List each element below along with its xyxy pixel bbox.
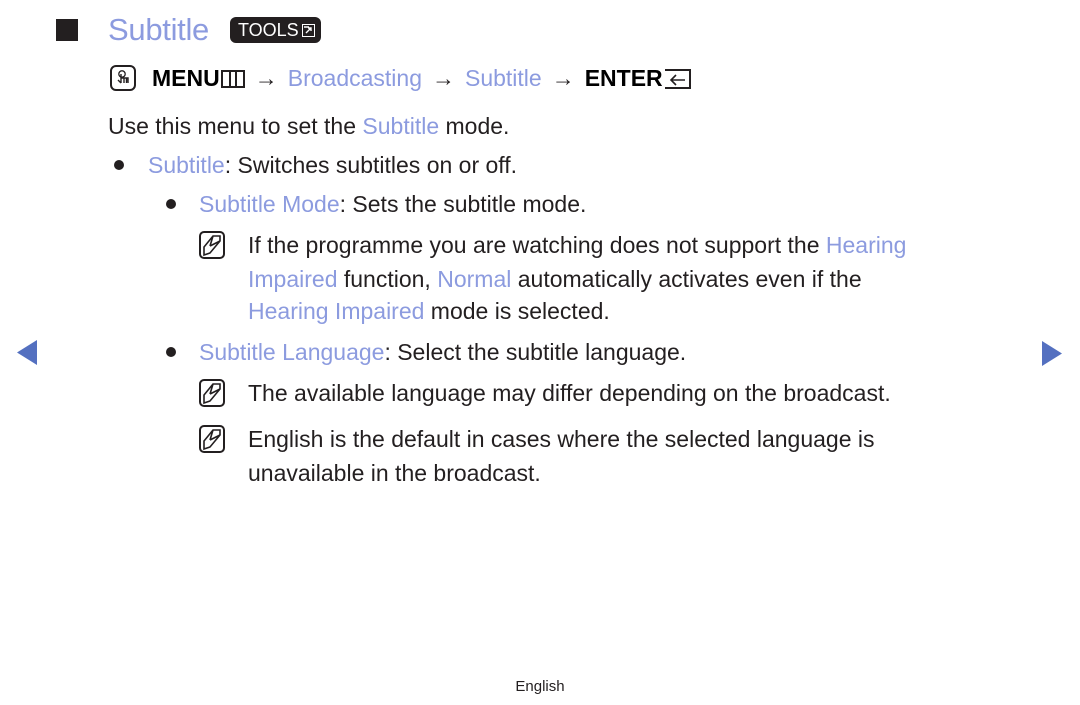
path-arrow: → xyxy=(254,65,278,91)
intro-text: Use this menu to set the Subtitle mode. xyxy=(108,113,510,139)
path-step-subtitle: Subtitle xyxy=(464,65,542,91)
note-text: English is the default in cases where th… xyxy=(248,426,875,452)
path-step-broadcasting: Broadcasting xyxy=(287,65,422,91)
path-arrow: → xyxy=(551,65,575,91)
bullet xyxy=(166,347,176,357)
list-item-subtitle: Subtitle: Switches subtitles on or off. xyxy=(148,152,518,178)
note-text: The available language may differ depend… xyxy=(248,380,891,406)
list-item-subtitle-language: Subtitle Language: Select the subtitle l… xyxy=(199,339,687,365)
list-item-subtitle-mode: Subtitle Mode: Sets the subtitle mode. xyxy=(199,191,587,217)
bullet xyxy=(114,160,124,170)
menu-path: MENU → Broadcasting → Subtitle → ENTER xyxy=(110,62,691,94)
tools-arrow-icon xyxy=(301,23,315,37)
note-text: unavailable in the broadcast. xyxy=(248,460,541,486)
next-page-icon xyxy=(1042,341,1062,366)
menu-label: MENU xyxy=(152,65,220,91)
footer-language: English xyxy=(515,678,565,695)
tools-badge: TOOLS xyxy=(230,17,321,43)
note-icon xyxy=(199,379,225,407)
note-text: If the programme you are watching does n… xyxy=(248,232,907,258)
previous-page-icon xyxy=(17,340,37,365)
path-arrow: → xyxy=(431,65,455,91)
note-text: Hearing Impaired mode is selected. xyxy=(248,298,610,324)
section-marker-square xyxy=(56,19,78,41)
note-icon xyxy=(199,231,225,259)
bullet xyxy=(166,199,176,209)
note-text: Impaired function, Normal automatically … xyxy=(248,266,862,292)
previous-page-button[interactable] xyxy=(17,340,37,365)
tools-badge-label: TOOLS xyxy=(238,20,299,40)
enter-label: ENTER xyxy=(584,65,663,91)
intro-highlight: Subtitle xyxy=(362,113,440,139)
enter-return-icon xyxy=(664,69,691,89)
note-icon xyxy=(199,425,225,453)
page-title: Subtitle xyxy=(108,12,209,47)
next-page-button[interactable] xyxy=(1042,341,1062,366)
om-remote-icon xyxy=(110,65,136,91)
menu-grid-icon xyxy=(220,70,245,88)
